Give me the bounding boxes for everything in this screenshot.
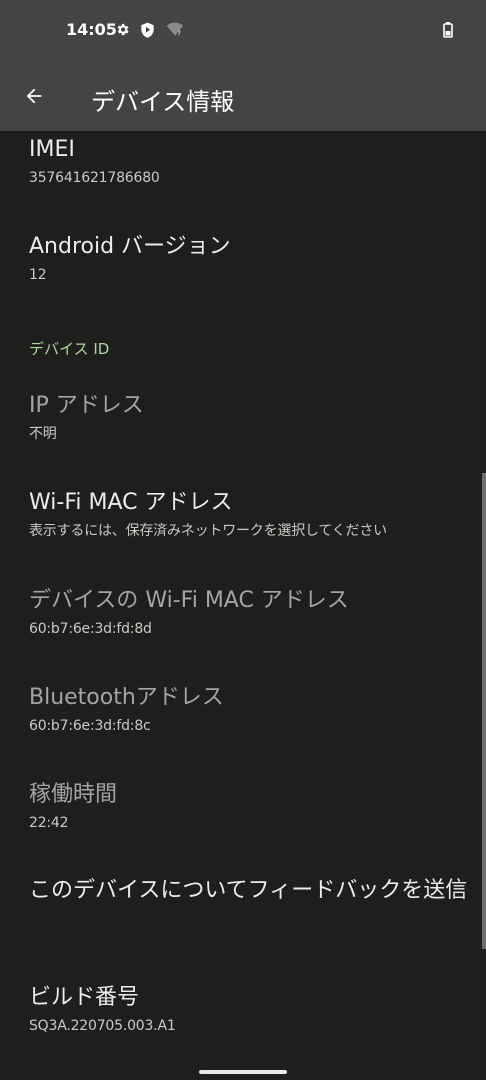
pref-title: IMEI — [29, 137, 75, 162]
back-button[interactable] — [14, 76, 54, 116]
pref-device-wifi-mac[interactable]: デバイスの Wi-Fi MAC アドレス 60:b7:6e:3d:fd:8d — [29, 584, 466, 640]
pref-summary: 60:b7:6e:3d:fd:8c — [29, 718, 151, 734]
pref-summary: 22:42 — [29, 815, 69, 831]
pref-summary: 12 — [29, 267, 47, 283]
pref-title: Android バージョン — [29, 234, 231, 259]
page-title: デバイス情報 — [91, 88, 235, 116]
status-time: 14:05 — [66, 20, 117, 39]
status-bar: 14:05 ? — [0, 0, 486, 62]
arrow-back-icon — [26, 88, 42, 104]
pref-title: IP アドレス — [29, 393, 144, 418]
pref-title: Bluetoothアドレス — [29, 685, 224, 710]
svg-text:?: ? — [177, 30, 181, 38]
scrollbar[interactable] — [482, 473, 486, 949]
pref-build-number[interactable]: ビルド番号 SQ3A.220705.003.A1 — [29, 981, 466, 1037]
app-bar: デバイス情報 — [0, 62, 486, 131]
battery-icon — [443, 22, 453, 42]
pref-title: ビルド番号 — [29, 985, 140, 1010]
pref-imei[interactable]: IMEI 357641621786680 — [29, 133, 466, 189]
pref-wifi-mac[interactable]: Wi-Fi MAC アドレス 表示するには、保存済みネットワークを選択してくださ… — [29, 486, 466, 542]
pref-summary: 不明 — [29, 426, 57, 442]
pref-title: このデバイスについてフィードバックを送信 — [29, 878, 468, 903]
pref-summary: 357641621786680 — [29, 170, 160, 186]
pref-send-feedback[interactable]: このデバイスについてフィードバックを送信 — [29, 873, 468, 908]
shield-play-icon — [140, 22, 155, 42]
pref-title: デバイスの Wi-Fi MAC アドレス — [29, 588, 349, 613]
gesture-nav-handle[interactable] — [199, 1070, 287, 1074]
pref-summary: 60:b7:6e:3d:fd:8d — [29, 621, 152, 637]
pref-uptime[interactable]: 稼働時間 22:42 — [29, 778, 466, 834]
pref-title: 稼働時間 — [29, 782, 118, 807]
wifi-unknown-icon: ? — [166, 22, 184, 41]
pref-android-version[interactable]: Android バージョン 12 — [29, 230, 466, 286]
section-header-device-id: デバイス ID — [29, 340, 110, 358]
gear-icon — [115, 22, 130, 41]
pref-title: Wi-Fi MAC アドレス — [29, 490, 233, 515]
top-bar: 14:05 ? デバイス情報 — [0, 0, 486, 131]
preference-list: IMEI 357641621786680 Android バージョン 12 デバ… — [0, 131, 486, 1080]
pref-summary: 表示するには、保存済みネットワークを選択してください — [29, 523, 387, 539]
pref-summary: SQ3A.220705.003.A1 — [29, 1018, 176, 1034]
pref-bluetooth-address[interactable]: Bluetoothアドレス 60:b7:6e:3d:fd:8c — [29, 681, 466, 737]
pref-ip-address[interactable]: IP アドレス 不明 — [29, 389, 466, 445]
